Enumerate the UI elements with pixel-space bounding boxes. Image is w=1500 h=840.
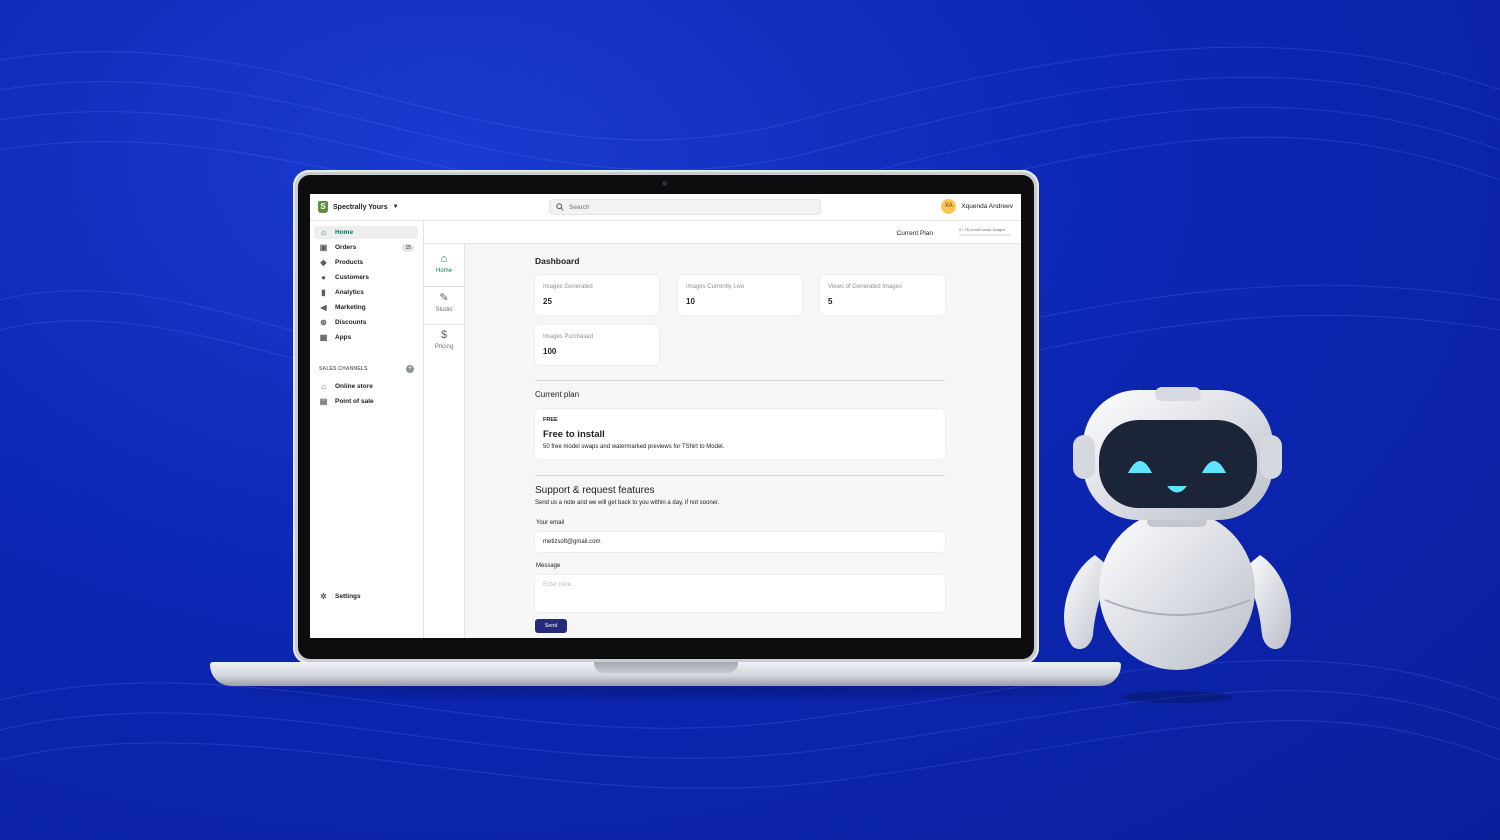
- shopify-bag-icon: S: [318, 201, 328, 213]
- divider: [424, 324, 464, 325]
- divider: [535, 380, 945, 381]
- email-field[interactable]: metizsoft@gmail.com: [535, 532, 945, 552]
- top-bar: S Spectrally Yours ▼ Search XA Xquenda A…: [310, 194, 1021, 221]
- sidebar-item-label: Products: [335, 259, 364, 266]
- send-button[interactable]: Send: [535, 619, 567, 633]
- sales-channels-heading: SALES CHANNELS: [319, 366, 368, 372]
- current-plan-link[interactable]: Current Plan: [897, 230, 934, 237]
- orders-count-badge: 15: [402, 244, 414, 252]
- plan-usage-bar: [959, 234, 1011, 236]
- app-nav: ⌂ Home ✎ Studio $ Pricing: [424, 244, 465, 638]
- home-icon: ⌂: [321, 228, 326, 237]
- dollar-icon: $: [440, 329, 448, 341]
- avatar: XA: [941, 199, 957, 214]
- email-label: Your email: [536, 520, 565, 526]
- stat-value: 10: [686, 297, 695, 306]
- sidebar-item-analytics[interactable]: ▮ Analytics: [314, 286, 418, 299]
- dashboard-title: Dashboard: [535, 256, 580, 266]
- app-screen: S Spectrally Yours ▼ Search XA Xquenda A…: [310, 194, 1021, 638]
- stat-value: 5: [828, 297, 833, 306]
- sidebar-item-label: Orders: [335, 244, 357, 251]
- sidebar-item-settings[interactable]: ✲ Settings: [314, 590, 418, 603]
- app-nav-pricing[interactable]: $ Pricing: [424, 329, 464, 350]
- sidebar-item-home[interactable]: ⌂ Home: [314, 226, 418, 239]
- plan-usage-text: 0 / 25 model swap images: [959, 227, 1006, 232]
- plan-tier: FREE: [543, 417, 558, 423]
- sidebar-item-label: Point of sale: [335, 398, 374, 405]
- sidebar-item-label: Settings: [335, 593, 361, 600]
- sidebar-item-customers[interactable]: ● Customers: [314, 271, 418, 284]
- chevron-down-icon: ▼: [392, 204, 399, 210]
- robot-mascot: [1064, 387, 1291, 703]
- sidebar-item-point-of-sale[interactable]: ▤ Point of sale: [314, 395, 418, 408]
- laptop-notch: [594, 662, 738, 673]
- pos-icon: ▤: [319, 397, 328, 406]
- stat-card-images-purchased: Images Purchased 100: [535, 325, 659, 365]
- app-nav-label: Pricing: [434, 344, 454, 350]
- user-name: Xquenda Andreev: [961, 203, 1013, 210]
- stat-card-views: Views of Generated Images 5: [820, 275, 945, 315]
- add-channel-icon[interactable]: +: [406, 365, 414, 373]
- sidebar-item-online-store[interactable]: ⌂ Online store: [314, 380, 418, 393]
- home-icon: ⌂: [440, 253, 448, 265]
- divider: [535, 475, 945, 476]
- current-plan-heading: Current plan: [535, 390, 580, 399]
- message-label: Message: [536, 563, 561, 569]
- search-placeholder: Search: [569, 203, 590, 211]
- webcam: [662, 181, 667, 186]
- sidebar: ⌂ Home ▣ Orders 15 ◆ Products ● Customer…: [310, 221, 424, 638]
- sidebar-item-label: Marketing: [335, 304, 366, 311]
- sidebar-item-products[interactable]: ◆ Products: [314, 256, 418, 269]
- search-input[interactable]: Search: [549, 199, 821, 215]
- sidebar-item-label: Online store: [335, 383, 373, 390]
- gear-icon: ✲: [320, 592, 327, 601]
- sidebar-item-apps[interactable]: ▦ Apps: [314, 331, 418, 344]
- support-heading: Support & request features: [535, 485, 655, 496]
- stat-card-images-generated: Images Generated 25: [535, 275, 659, 315]
- stat-label: Images Purchased: [543, 334, 594, 340]
- support-note: Send us a note and we will get back to y…: [535, 500, 720, 506]
- store-switcher[interactable]: S Spectrally Yours ▼: [318, 201, 399, 213]
- search-icon: [556, 203, 564, 211]
- plan-usage: 0 / 25 model swap images: [959, 227, 1011, 236]
- app-nav-label: Studio: [435, 307, 453, 313]
- person-icon: ●: [321, 273, 326, 282]
- stat-label: Images Generated: [543, 284, 593, 290]
- stat-label: Views of Generated Images: [828, 284, 902, 290]
- orders-icon: ▣: [319, 243, 328, 252]
- sidebar-item-label: Home: [335, 229, 354, 236]
- sidebar-item-label: Discounts: [335, 319, 367, 326]
- stat-label: Images Currently Live: [686, 284, 745, 290]
- tag-icon: ◆: [320, 258, 327, 267]
- bar-chart-icon: ▮: [321, 288, 326, 297]
- stat-value: 100: [543, 347, 557, 356]
- apps-icon: ▦: [319, 333, 328, 342]
- stat-card-images-live: Images Currently Live 10: [678, 275, 802, 315]
- message-field[interactable]: Enter here...: [535, 575, 945, 612]
- sidebar-item-label: Customers: [335, 274, 369, 281]
- plan-title: Free to install: [543, 429, 605, 440]
- sidebar-item-label: Analytics: [335, 289, 364, 296]
- sidebar-item-orders[interactable]: ▣ Orders 15: [314, 241, 418, 254]
- plan-header: Current Plan 0 / 25 model swap images: [424, 221, 1021, 244]
- stat-value: 25: [543, 297, 552, 306]
- app-nav-studio[interactable]: ✎ Studio: [424, 291, 464, 313]
- plan-description: 50 free model swaps and watermarked prev…: [543, 444, 725, 450]
- discount-icon: ⊛: [320, 318, 327, 327]
- sidebar-item-marketing[interactable]: ◀ Marketing: [314, 301, 418, 314]
- divider: [424, 286, 464, 287]
- app-nav-label: Home: [435, 268, 452, 274]
- sidebar-item-label: Apps: [335, 334, 352, 341]
- user-menu[interactable]: XA Xquenda Andreev: [941, 199, 1013, 214]
- app-nav-home[interactable]: ⌂ Home: [424, 253, 464, 274]
- store-name: Spectrally Yours: [333, 203, 388, 211]
- edit-icon: ✎: [439, 292, 449, 304]
- plan-card: FREE Free to install 50 free model swaps…: [535, 409, 945, 459]
- store-icon: ⌂: [321, 382, 326, 391]
- megaphone-icon: ◀: [320, 303, 327, 312]
- sidebar-item-discounts[interactable]: ⊛ Discounts: [314, 316, 418, 329]
